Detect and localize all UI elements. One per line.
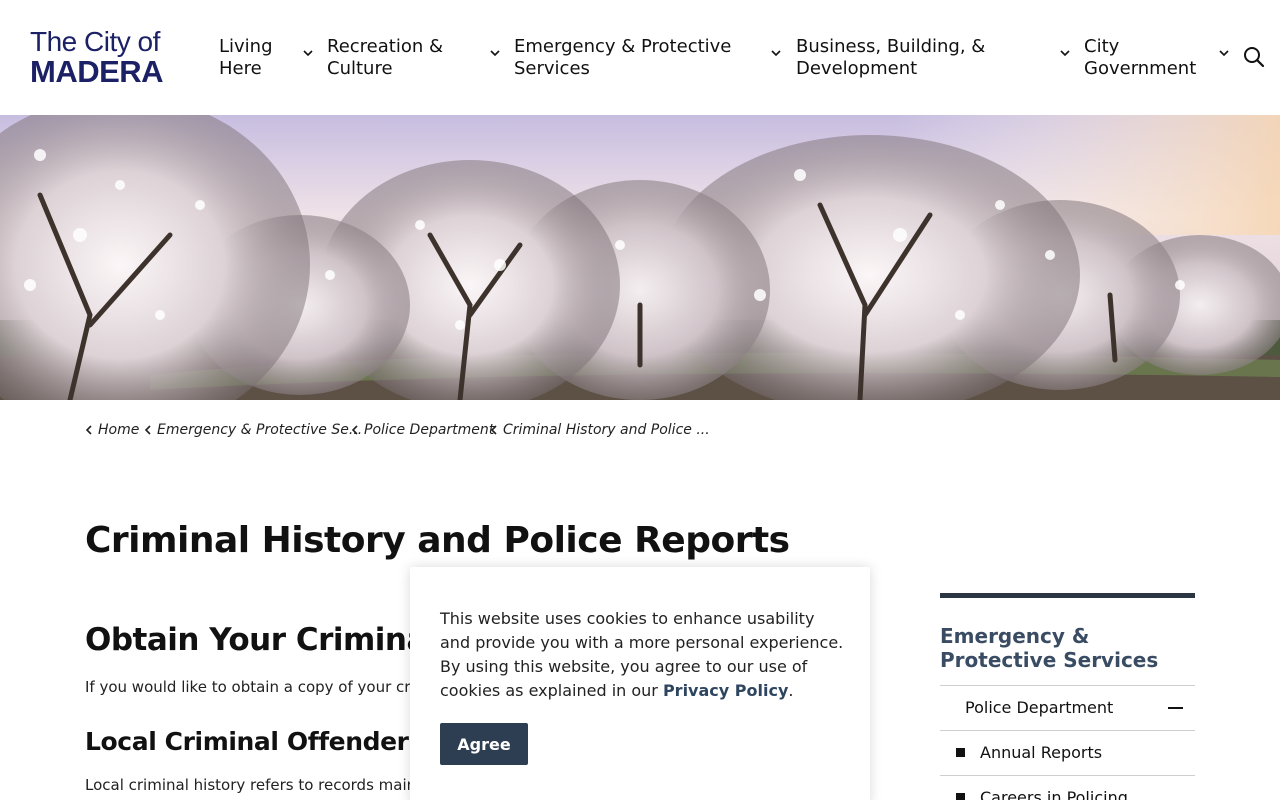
nav-recreation-culture-label: Recreation & Culture [327, 36, 444, 79]
chevron-down-icon [771, 50, 781, 57]
breadcrumb-police-department[interactable]: Police Department [364, 420, 494, 440]
agree-button[interactable]: Agree [440, 723, 528, 765]
chevron-left-icon [490, 425, 497, 435]
chevron-down-icon [1060, 50, 1070, 57]
chevron-down-icon [490, 50, 500, 57]
nav-city-government[interactable]: City Government [1084, 36, 1234, 84]
nav-emergency-protective[interactable]: Emergency & Protective Services [514, 36, 789, 84]
orchard-blossom-image [0, 115, 1280, 400]
chevron-down-icon [1219, 50, 1229, 57]
cookie-message: This website uses cookies to enhance usa… [440, 609, 844, 700]
sidebar-item-police-department[interactable]: Police Department [940, 685, 1195, 730]
nav-city-government-label: City Government [1084, 36, 1197, 79]
nav-living-here[interactable]: Living Here [219, 36, 319, 84]
nav-emergency-protective-label: Emergency & Protective Services [514, 36, 732, 79]
city-logo[interactable]: The City of MADERA [30, 26, 175, 89]
chevron-left-icon [144, 425, 151, 435]
sidebar-item-label: Police Department [965, 698, 1114, 717]
section-text-local-offender: Local criminal history refers to records… [85, 776, 417, 794]
chevron-down-icon [303, 50, 313, 57]
sidebar-nav: Emergency & Protective Services Police D… [940, 593, 1195, 800]
section-heading-local-offender: Local Criminal Offender Re [85, 727, 453, 756]
nav-business-building[interactable]: Business, Building, & Development [796, 36, 1076, 84]
sidebar-item-label: Careers in Policing [980, 788, 1128, 800]
page-title: Criminal History and Police Reports [85, 520, 790, 561]
sidebar-item-label: Annual Reports [980, 743, 1103, 762]
breadcrumb-current-page: Criminal History and Police ... [503, 422, 710, 438]
section-heading-obtain-record: Obtain Your Criminal [85, 622, 438, 658]
collapse-icon[interactable] [1168, 707, 1183, 709]
nav-living-here-label: Living Here [219, 36, 273, 79]
breadcrumb-emergency-protective[interactable]: Emergency & Protective Se... [157, 420, 362, 440]
chevron-left-icon [351, 425, 358, 435]
nav-business-building-label: Business, Building, & Development [796, 36, 986, 79]
nav-recreation-culture[interactable]: Recreation & Culture [327, 36, 507, 84]
bullet-icon [956, 748, 965, 757]
sidebar-item-annual-reports[interactable]: Annual Reports [940, 730, 1195, 775]
sidebar-title[interactable]: Emergency & Protective Services [940, 624, 1195, 672]
privacy-policy-link[interactable]: Privacy Policy [663, 681, 788, 700]
cookie-consent-dialog: This website uses cookies to enhance usa… [410, 567, 870, 800]
sidebar-item-careers-in-policing[interactable]: Careers in Policing [940, 775, 1195, 800]
chevron-left-icon [85, 425, 92, 435]
section-text-obtain-record: If you would like to obtain a copy of yo… [85, 678, 430, 696]
breadcrumb-home[interactable]: Home [98, 420, 139, 440]
site-header: The City of MADERA Living Here Recreation… [0, 0, 1280, 115]
search-icon[interactable] [1242, 45, 1266, 69]
hero-banner-image [0, 115, 1280, 400]
logo-line-2: MADERA [30, 54, 164, 89]
bullet-icon [956, 793, 965, 800]
